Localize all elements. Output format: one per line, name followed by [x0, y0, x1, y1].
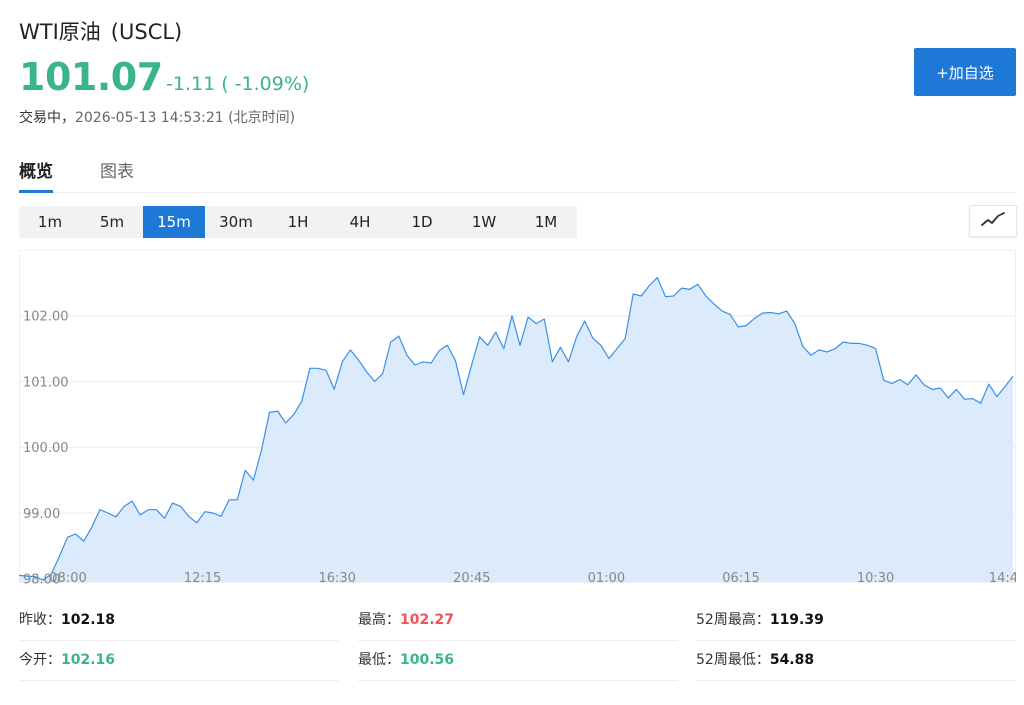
x-tick-label: 14:4 — [989, 571, 1016, 586]
period-1h[interactable]: 1H — [267, 206, 329, 238]
stat-label: 52周最低： — [696, 652, 770, 668]
stat-52w-high: 52周最高：119.39 — [696, 600, 1016, 641]
update-datetime: 2026-05-13 14:53:21 — [75, 110, 224, 126]
period-1m[interactable]: 1m — [19, 206, 81, 238]
stat-value: 102.16 — [61, 652, 116, 668]
line-chart-icon — [981, 212, 1005, 226]
last-price: 101.07 — [19, 55, 163, 99]
tab-chart[interactable]: 图表 — [100, 157, 134, 190]
x-tick-label: 08:00 — [49, 571, 86, 586]
x-tick-label: 16:30 — [318, 571, 355, 586]
period-30m[interactable]: 30m — [205, 206, 267, 238]
status-label: 交易中， — [19, 110, 75, 126]
period-selector: 1m 5m 15m 30m 1H 4H 1D 1W 1M — [19, 206, 577, 238]
stat-low: 最低：100.56 — [358, 640, 678, 681]
stats-row: 今开：102.16 最低：100.56 52周最低：54.88 — [19, 640, 1016, 681]
tab-overview[interactable]: 概览 — [19, 157, 53, 193]
stat-open: 今开：102.16 — [19, 640, 339, 681]
stat-value: 54.88 — [769, 652, 815, 668]
y-tick-label: 100.00 — [23, 441, 69, 456]
x-tick-label: 10:30 — [857, 571, 894, 586]
stat-high: 最高：102.27 — [358, 600, 678, 641]
x-tick-label: 06:15 — [722, 571, 759, 586]
period-15m[interactable]: 15m — [143, 206, 205, 238]
y-tick-label: 102.00 — [23, 310, 69, 325]
stats-panel: 昨收：102.18 最高：102.27 52周最高：119.39 今开：102.… — [19, 600, 1016, 681]
chart-type-toggle[interactable] — [969, 205, 1017, 237]
stat-label: 今开： — [19, 652, 61, 668]
stat-52w-low: 52周最低：54.88 — [696, 640, 1016, 681]
trading-status: 交易中，2026-05-13 14:53:21 (北京时间) — [19, 107, 295, 127]
period-5m[interactable]: 5m — [81, 206, 143, 238]
stat-label: 最高： — [358, 612, 400, 628]
stats-row: 昨收：102.18 最高：102.27 52周最高：119.39 — [19, 600, 1016, 641]
stat-label: 52周最高： — [696, 612, 770, 628]
x-tick-label: 20:45 — [453, 571, 490, 586]
x-tick-label: 12:15 — [184, 571, 221, 586]
stat-value: 119.39 — [769, 612, 824, 628]
instrument-name: WTI原油 — [19, 20, 101, 44]
stat-prev-close: 昨收：102.18 — [19, 600, 339, 641]
add-to-watchlist-button[interactable]: +加自选 — [914, 48, 1016, 96]
x-tick-label: 01:00 — [588, 571, 625, 586]
timezone-label: (北京时间) — [228, 110, 296, 126]
period-4h[interactable]: 4H — [329, 206, 391, 238]
stat-value: 102.18 — [61, 612, 116, 628]
period-1mo[interactable]: 1M — [515, 206, 577, 238]
period-1d[interactable]: 1D — [391, 206, 453, 238]
price-chart[interactable]: 98.0099.00100.00101.00102.0008:00 12:15 16… — [19, 250, 1016, 593]
stat-value: 102.27 — [400, 612, 455, 628]
instrument-code: (USCL) — [110, 20, 183, 44]
period-1w[interactable]: 1W — [453, 206, 515, 238]
stat-value: 100.56 — [400, 652, 455, 668]
stat-label: 昨收： — [19, 612, 61, 628]
y-tick-label: 99.00 — [23, 507, 60, 522]
tab-bar: 概览 图表 — [19, 155, 1016, 193]
y-tick-label: 101.00 — [23, 375, 69, 390]
price-change: -1.11 ( -1.09%) — [166, 73, 310, 95]
stat-label: 最低： — [358, 652, 400, 668]
instrument-title: WTI原油 (USCL) — [19, 16, 182, 46]
